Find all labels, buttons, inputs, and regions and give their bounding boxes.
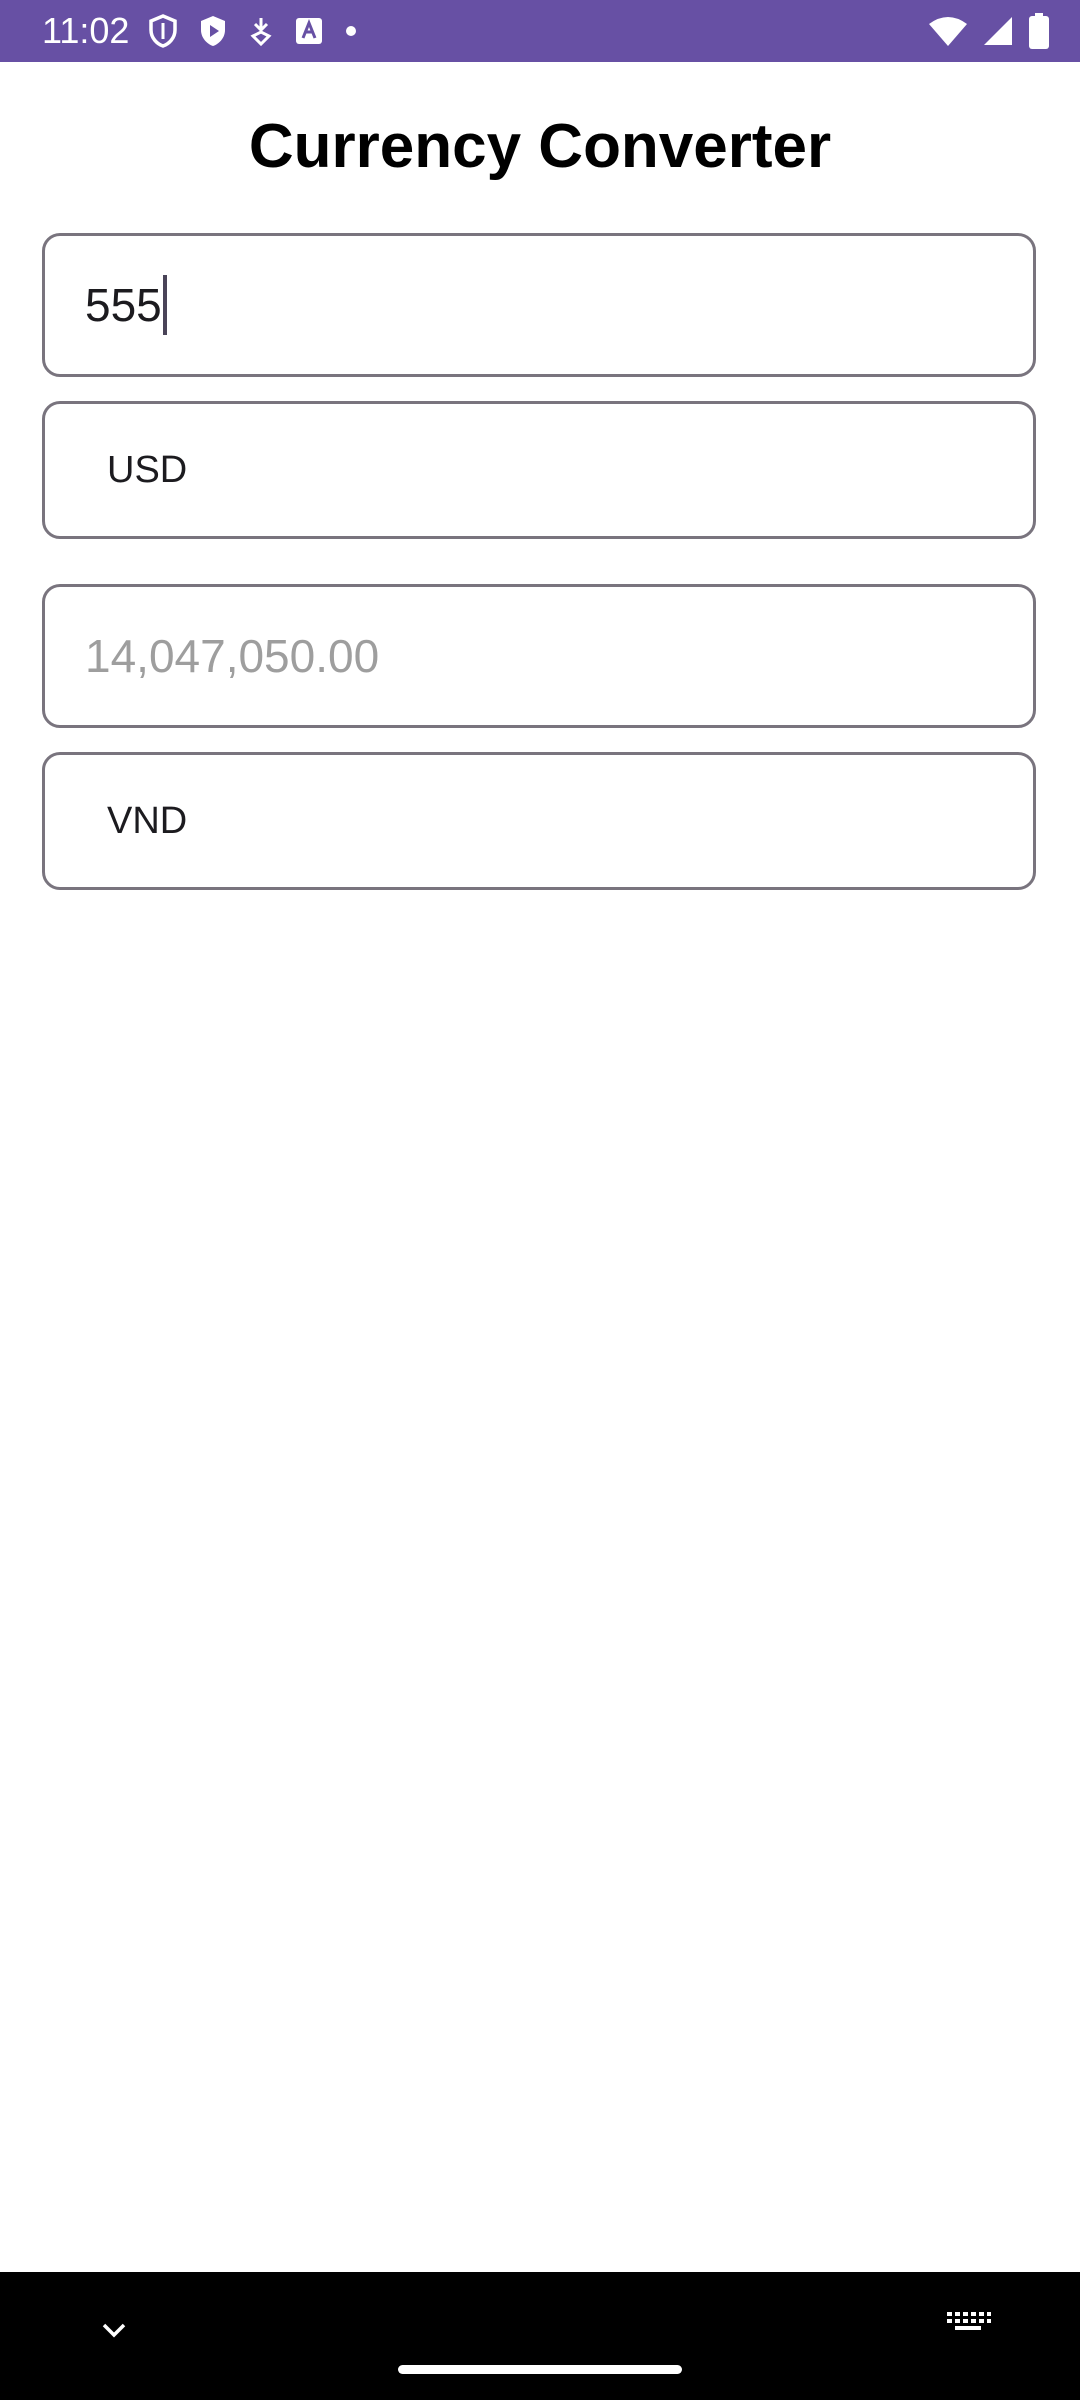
signal-icon bbox=[982, 15, 1014, 47]
text-caret bbox=[162, 275, 167, 335]
to-currency-select[interactable]: VND bbox=[42, 752, 1036, 890]
font-icon bbox=[294, 16, 324, 46]
page-title: Currency Converter bbox=[248, 112, 832, 181]
navigation-bar bbox=[0, 2272, 1080, 2400]
converted-amount-value: 14,047,050.00 bbox=[85, 630, 380, 682]
amount-input-value: 555 bbox=[85, 279, 162, 331]
play-shield-icon bbox=[198, 14, 228, 48]
converted-amount-field[interactable]: 14,047,050.00 bbox=[42, 584, 1036, 728]
amount-input[interactable]: 555 bbox=[42, 233, 1036, 377]
battery-icon bbox=[1028, 13, 1050, 49]
download-icon bbox=[248, 15, 274, 47]
dot-icon bbox=[344, 24, 358, 38]
shield-outline-icon bbox=[148, 14, 178, 48]
to-currency-value: VND bbox=[107, 799, 188, 842]
wifi-icon bbox=[928, 15, 968, 47]
keyboard-icon[interactable] bbox=[944, 2304, 992, 2344]
home-handle[interactable] bbox=[398, 2365, 682, 2374]
status-notification-icons bbox=[148, 12, 358, 50]
from-currency-select[interactable]: USD bbox=[42, 401, 1036, 539]
status-system-icons bbox=[928, 12, 1050, 50]
from-currency-value: USD bbox=[107, 448, 188, 491]
status-time: 11:02 bbox=[42, 10, 130, 51]
chevron-down-icon[interactable] bbox=[94, 2310, 134, 2350]
status-bar: 11:02 bbox=[0, 0, 1080, 62]
